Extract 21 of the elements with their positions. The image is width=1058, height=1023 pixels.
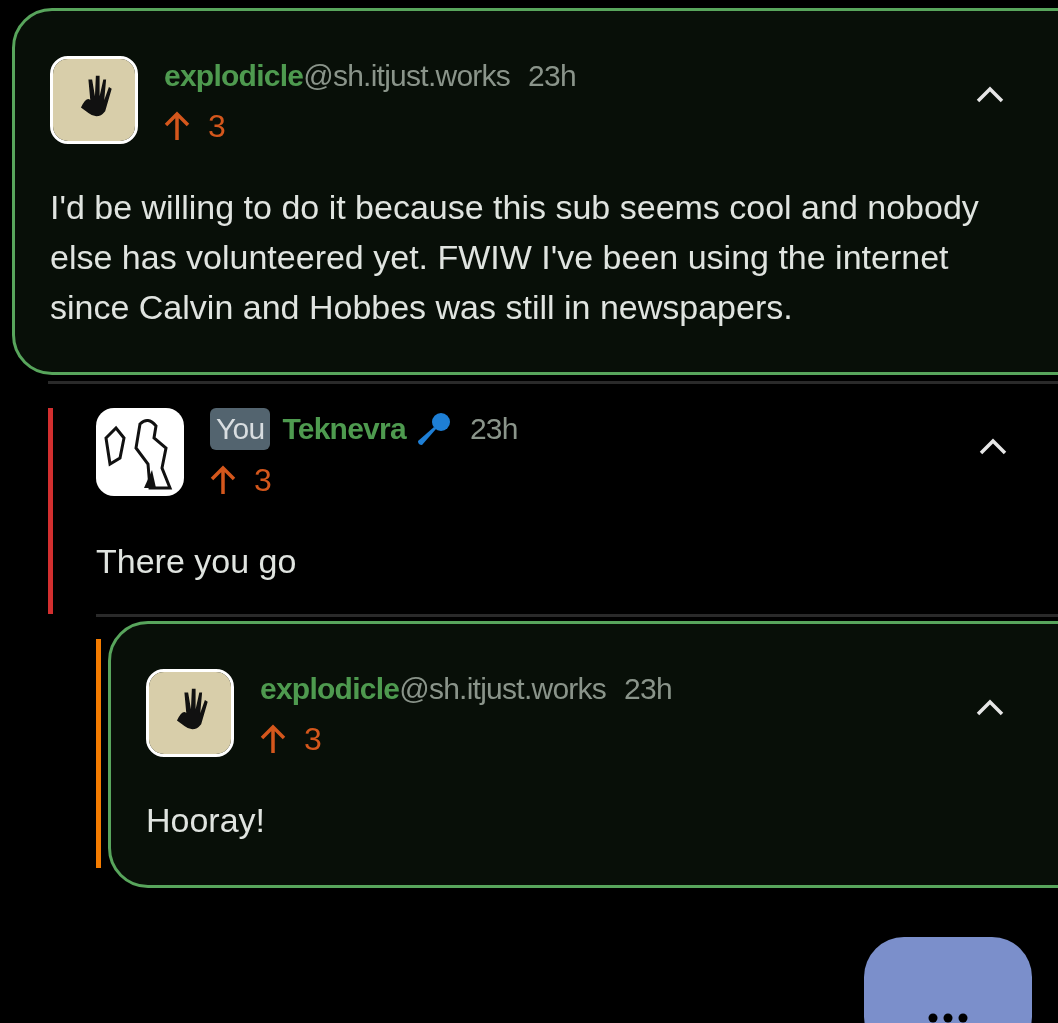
collapse-icon[interactable] <box>975 699 1005 717</box>
timestamp: 23h <box>624 671 672 707</box>
username[interactable]: explodicle@sh.itjust.works <box>164 56 511 96</box>
more-icon <box>928 1013 968 1023</box>
upvote-icon[interactable] <box>260 724 286 754</box>
floating-action-button[interactable] <box>864 937 1032 1023</box>
upvote-icon[interactable] <box>210 465 236 495</box>
username[interactable]: Teknevra <box>282 409 406 449</box>
you-badge: You <box>210 408 271 450</box>
username[interactable]: explodicle@sh.itjust.works <box>260 669 607 709</box>
score: 3 <box>208 108 226 144</box>
comment-body: Hooray! <box>146 800 267 841</box>
timestamp: 23h <box>469 411 518 447</box>
collapse-icon[interactable] <box>975 86 1005 104</box>
timestamp: 23h <box>528 58 576 94</box>
comment-body: I'd be willing to do it because this sub seems cool and nobody else has volunteered yet. FWIW I've been using the internet since Calvin and Hobbes was still in newspapers. <box>50 187 980 328</box>
collapse-icon[interactable] <box>978 438 1008 456</box>
score: 3 <box>304 721 322 757</box>
upvote-icon[interactable] <box>164 111 190 141</box>
score: 3 <box>254 462 272 498</box>
comment-body: There you go <box>96 541 298 582</box>
